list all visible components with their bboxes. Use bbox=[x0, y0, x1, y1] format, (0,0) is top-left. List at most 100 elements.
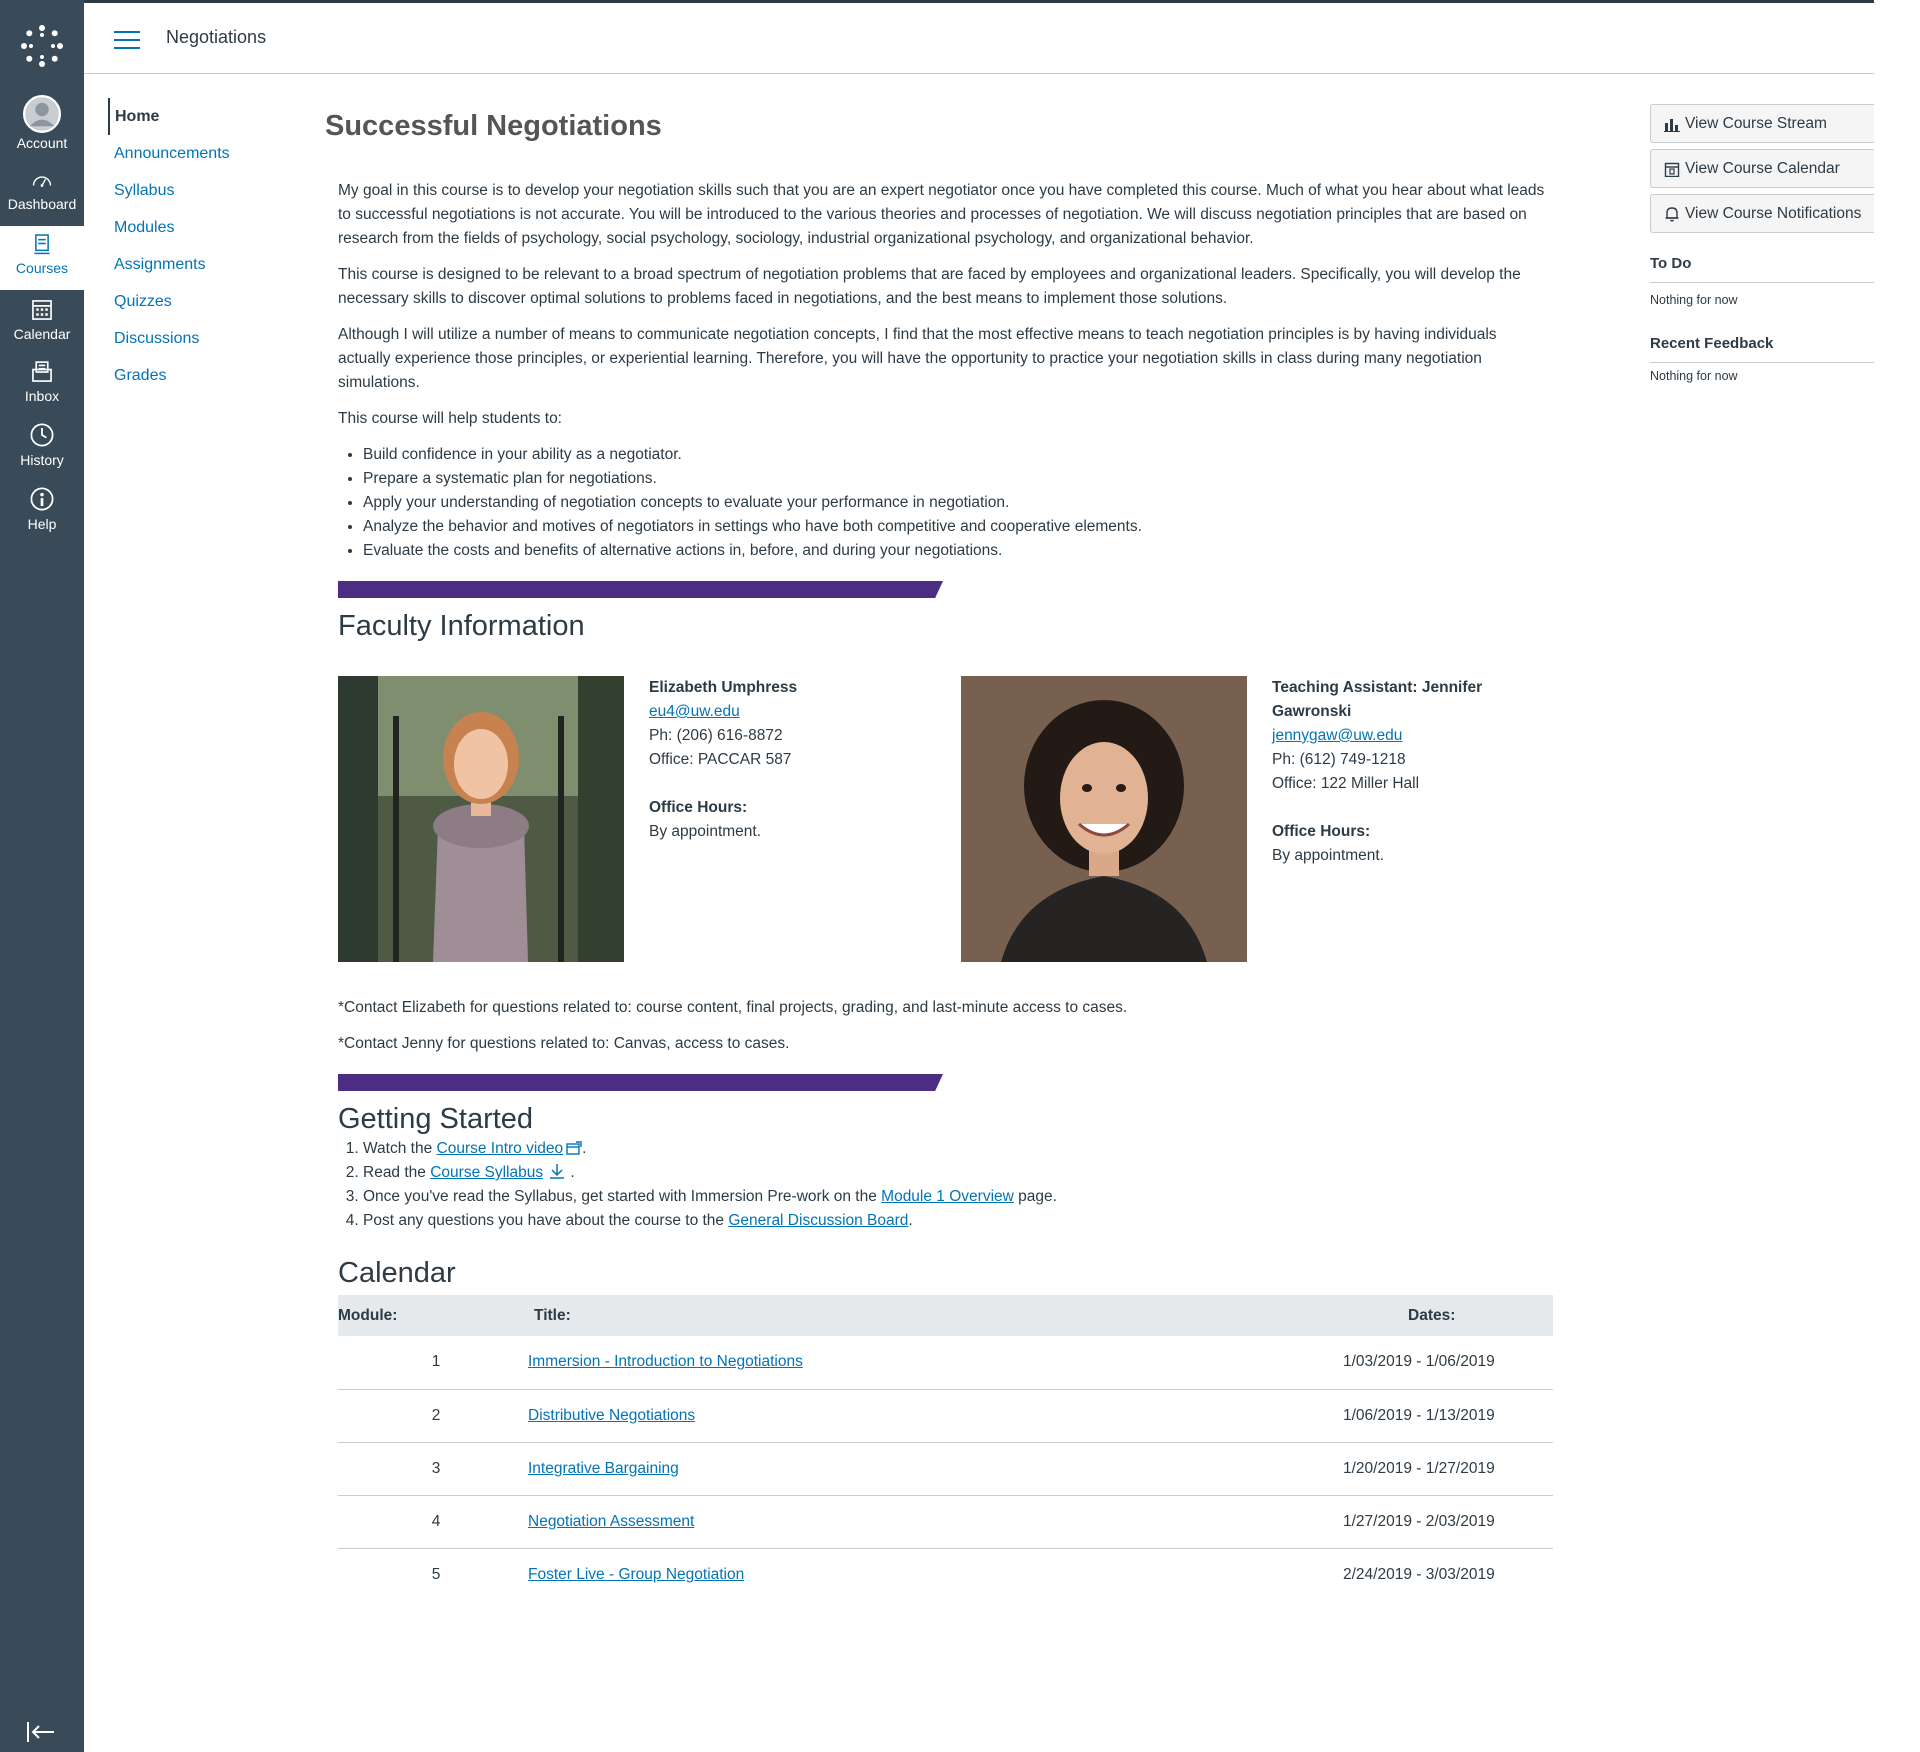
step-text: Once you've read the Syllabus, get start… bbox=[363, 1188, 882, 1205]
course-home-content: My goal in this course is to develop you… bbox=[325, 179, 1553, 1601]
calendar-heading: Calendar bbox=[338, 1257, 456, 1289]
recent-feedback-heading: Recent Feedback bbox=[1650, 335, 1874, 363]
intro-paragraph: My goal in this course is to develop you… bbox=[338, 182, 1545, 247]
step-text: page. bbox=[1013, 1188, 1057, 1205]
download-icon[interactable] bbox=[548, 1163, 566, 1179]
global-nav-calendar[interactable]: Calendar bbox=[0, 296, 84, 358]
module-dates: 1/06/2019 - 1/13/2019 bbox=[1343, 1389, 1553, 1443]
course-goals-list: Build confidence in your ability as a ne… bbox=[363, 443, 1545, 563]
table-row: 2 Distributive Negotiations 1/06/2019 - … bbox=[338, 1389, 1553, 1443]
course-nav-syllabus[interactable]: Syllabus bbox=[108, 172, 288, 209]
faculty-section: Elizabeth Umphress eu4@uw.edu Ph: (206) … bbox=[338, 676, 1545, 962]
table-row: 3 Integrative Bargaining 1/20/2019 - 1/2… bbox=[338, 1442, 1553, 1496]
step-text: Read the bbox=[363, 1164, 431, 1181]
global-nav-help[interactable]: Help bbox=[0, 484, 84, 546]
course-nav-grades[interactable]: Grades bbox=[108, 357, 288, 394]
bell-icon bbox=[1665, 207, 1679, 222]
step-text: . bbox=[908, 1212, 913, 1229]
page-title: Successful Negotiations bbox=[325, 110, 662, 142]
step-text: . bbox=[582, 1140, 587, 1157]
table-row: 1 Immersion - Introduction to Negotiatio… bbox=[338, 1336, 1553, 1390]
page-header: Negotiations bbox=[84, 3, 1874, 74]
global-nav-label: Account bbox=[16, 135, 68, 151]
hamburger-menu-icon[interactable] bbox=[114, 31, 140, 51]
global-nav-inbox[interactable]: Inbox bbox=[0, 358, 84, 420]
list-item: Prepare a systematic plan for negotiatio… bbox=[363, 467, 1545, 491]
table-row: 4 Negotiation Assessment 1/27/2019 - 2/0… bbox=[338, 1495, 1553, 1549]
breadcrumb[interactable]: Negotiations bbox=[166, 27, 266, 48]
global-nav-label: Inbox bbox=[24, 388, 60, 404]
ta-info: Teaching Assistant: Jennifer Gawronski j… bbox=[1272, 676, 1545, 868]
module-1-overview-link[interactable]: Module 1 Overview bbox=[881, 1188, 1014, 1205]
table-header-row: Module: Title: Dates: bbox=[338, 1295, 1553, 1336]
external-video-icon bbox=[566, 1141, 582, 1155]
intro-paragraph: Although I will utilize a number of mean… bbox=[338, 326, 1497, 391]
course-intro-video-link[interactable]: Course Intro video bbox=[437, 1140, 564, 1157]
button-label: View Course Calendar bbox=[1685, 160, 1840, 177]
course-nav-modules[interactable]: Modules bbox=[108, 209, 288, 246]
module-dates: 2/24/2019 - 3/03/2019 bbox=[1343, 1565, 1495, 1583]
recent-feedback-empty-text: Nothing for now bbox=[1650, 369, 1738, 383]
canvas-logo-icon[interactable] bbox=[18, 22, 66, 70]
dashboard-icon bbox=[32, 176, 52, 187]
list-item: Apply your understanding of negotiation … bbox=[363, 491, 1545, 515]
course-nav-discussions[interactable]: Discussions bbox=[108, 320, 288, 357]
intro-paragraph: This course will help students to: bbox=[338, 410, 562, 427]
global-nav-account[interactable]: Account bbox=[0, 95, 84, 157]
module-number: 5 bbox=[431, 1565, 441, 1583]
global-nav-dashboard[interactable]: Dashboard bbox=[0, 170, 84, 232]
course-nav-announcements[interactable]: Announcements bbox=[108, 135, 288, 172]
ta-name: Teaching Assistant: Jennifer Gawronski bbox=[1272, 679, 1483, 720]
global-nav-label: Dashboard bbox=[7, 196, 77, 212]
view-course-notifications-button[interactable]: View Course Notifications bbox=[1650, 194, 1874, 233]
getting-started-list: Watch the Course Intro video. Read the C… bbox=[363, 1137, 1545, 1233]
inbox-icon bbox=[32, 361, 52, 382]
instructor-email-link[interactable]: eu4@uw.edu bbox=[649, 703, 740, 720]
instructor-name: Elizabeth Umphress bbox=[649, 679, 798, 696]
intro-paragraph: This course is designed to be relevant t… bbox=[338, 266, 1521, 307]
module-number: 1 bbox=[338, 1336, 534, 1390]
instructor-phone: Ph: (206) 616-8872 bbox=[649, 727, 783, 744]
module-dates: 1/20/2019 - 1/27/2019 bbox=[1343, 1442, 1553, 1496]
list-item: Watch the Course Intro video. bbox=[363, 1137, 1545, 1161]
course-nav-assignments[interactable]: Assignments bbox=[108, 246, 288, 283]
office-hours-label: Office Hours: bbox=[649, 799, 748, 816]
courses-icon bbox=[34, 234, 50, 255]
list-item: Build confidence in your ability as a ne… bbox=[363, 443, 1545, 467]
ta-photo bbox=[961, 676, 1247, 962]
getting-started-heading: Getting Started bbox=[338, 1103, 534, 1135]
list-item: Evaluate the costs and benefits of alter… bbox=[363, 539, 1545, 563]
main-content: Successful Negotiations My goal in this … bbox=[325, 110, 1555, 1601]
list-item: Once you've read the Syllabus, get start… bbox=[363, 1185, 1545, 1209]
calendar-table: Module: Title: Dates: 1 Immersion - Intr… bbox=[338, 1295, 1553, 1601]
history-icon bbox=[30, 423, 54, 447]
module-number: 3 bbox=[338, 1442, 534, 1496]
global-nav-courses[interactable]: Courses bbox=[0, 226, 84, 290]
module-title-link[interactable]: Negotiation Assessment bbox=[528, 1513, 694, 1530]
help-icon bbox=[30, 487, 54, 511]
view-course-stream-button[interactable]: View Course Stream bbox=[1650, 104, 1874, 143]
calendar-icon bbox=[1664, 162, 1680, 177]
module-title-link[interactable]: Foster Live - Group Negotiation bbox=[528, 1566, 744, 1583]
global-nav-history[interactable]: History bbox=[0, 420, 84, 482]
module-title-link[interactable]: Immersion - Introduction to Negotiations bbox=[528, 1353, 803, 1370]
general-discussion-board-link[interactable]: General Discussion Board bbox=[728, 1212, 908, 1229]
collapse-nav-icon[interactable] bbox=[26, 1720, 56, 1744]
bar-chart-icon bbox=[1664, 119, 1680, 132]
module-dates: 1/03/2019 - 1/06/2019 bbox=[1343, 1336, 1553, 1390]
course-nav-home[interactable]: Home bbox=[108, 98, 288, 135]
step-text: Post any questions you have about the co… bbox=[363, 1212, 729, 1229]
ta-email-link[interactable]: jennygaw@uw.edu bbox=[1272, 727, 1402, 744]
view-course-calendar-button[interactable]: View Course Calendar bbox=[1650, 149, 1874, 188]
column-header-module: Module: bbox=[338, 1295, 534, 1336]
ta-office: Office: 122 Miller Hall bbox=[1272, 775, 1420, 792]
list-item: Analyze the behavior and motives of nego… bbox=[363, 515, 1545, 539]
course-syllabus-link[interactable]: Course Syllabus bbox=[430, 1164, 543, 1181]
column-header-dates: Dates: bbox=[1343, 1295, 1553, 1336]
module-title-link[interactable]: Integrative Bargaining bbox=[528, 1460, 679, 1477]
module-dates: 1/27/2019 - 2/03/2019 bbox=[1343, 1495, 1553, 1549]
course-nav-quizzes[interactable]: Quizzes bbox=[108, 283, 288, 320]
module-title-link[interactable]: Distributive Negotiations bbox=[528, 1407, 695, 1424]
column-header-title: Title: bbox=[534, 1295, 1343, 1336]
course-navigation: Home Announcements Syllabus Modules Assi… bbox=[108, 98, 288, 394]
